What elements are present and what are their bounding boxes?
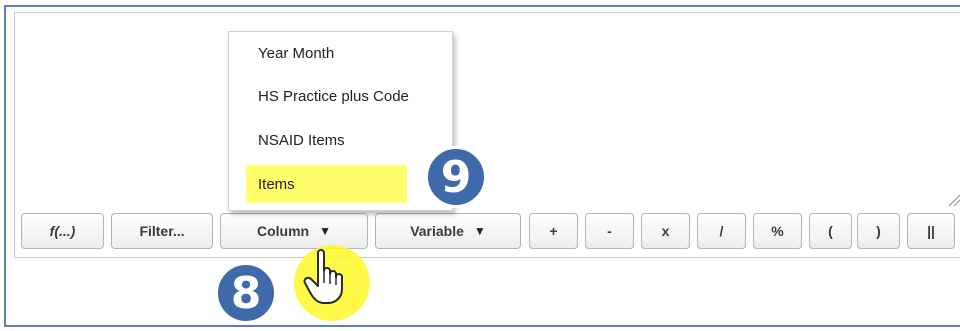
- divide-operator-label: /: [719, 223, 724, 239]
- filter-button[interactable]: Filter...: [111, 213, 213, 249]
- concat-operator-label: ||: [927, 223, 935, 239]
- column-button-label: Column: [257, 223, 310, 239]
- resize-grip-icon[interactable]: [947, 193, 960, 207]
- close-paren-button[interactable]: ): [857, 213, 900, 249]
- plus-operator-label: +: [549, 223, 558, 239]
- close-paren-label: ): [876, 223, 881, 239]
- menu-item-label: Items: [258, 175, 295, 193]
- variable-button-label: Variable: [410, 223, 464, 239]
- percent-operator-button[interactable]: %: [753, 213, 802, 249]
- chevron-down-icon: ▼: [473, 224, 486, 238]
- filter-button-label: Filter...: [139, 223, 185, 239]
- divide-operator-button[interactable]: /: [697, 213, 746, 249]
- step-8-badge: 8: [215, 262, 277, 324]
- minus-operator-label: -: [607, 223, 612, 239]
- plus-operator-button[interactable]: +: [529, 213, 578, 249]
- variable-dropdown-button[interactable]: Variable ▼: [375, 213, 521, 249]
- chevron-down-icon: ▼: [319, 224, 331, 238]
- menu-item-label: Year Month: [258, 44, 335, 62]
- multiply-operator-button[interactable]: x: [641, 213, 690, 249]
- function-button[interactable]: f(...): [21, 213, 104, 249]
- column-dropdown-button[interactable]: Column ▼: [220, 213, 368, 249]
- menu-item-nsaid-items[interactable]: NSAID Items: [229, 125, 452, 155]
- menu-item-hs-practice-plus-code[interactable]: HS Practice plus Code: [229, 81, 452, 111]
- step-9-badge: 9: [425, 146, 487, 208]
- minus-operator-button[interactable]: -: [585, 213, 634, 249]
- concat-operator-button[interactable]: ||: [907, 213, 955, 249]
- menu-item-year-month[interactable]: Year Month: [229, 38, 452, 68]
- multiply-operator-label: x: [661, 223, 670, 239]
- percent-operator-label: %: [771, 223, 784, 239]
- column-dropdown-menu: Year Month HS Practice plus Code NSAID I…: [228, 31, 453, 211]
- menu-item-label: NSAID Items: [258, 131, 345, 149]
- open-paren-button[interactable]: (: [809, 213, 852, 249]
- function-button-label: f(...): [49, 223, 76, 239]
- open-paren-label: (: [828, 223, 833, 239]
- menu-item-label: HS Practice plus Code: [258, 87, 409, 105]
- pointing-hand-icon: [303, 249, 343, 304]
- menu-item-items[interactable]: Items: [246, 165, 407, 203]
- step-number: 8: [230, 267, 262, 319]
- step-number: 9: [440, 151, 472, 203]
